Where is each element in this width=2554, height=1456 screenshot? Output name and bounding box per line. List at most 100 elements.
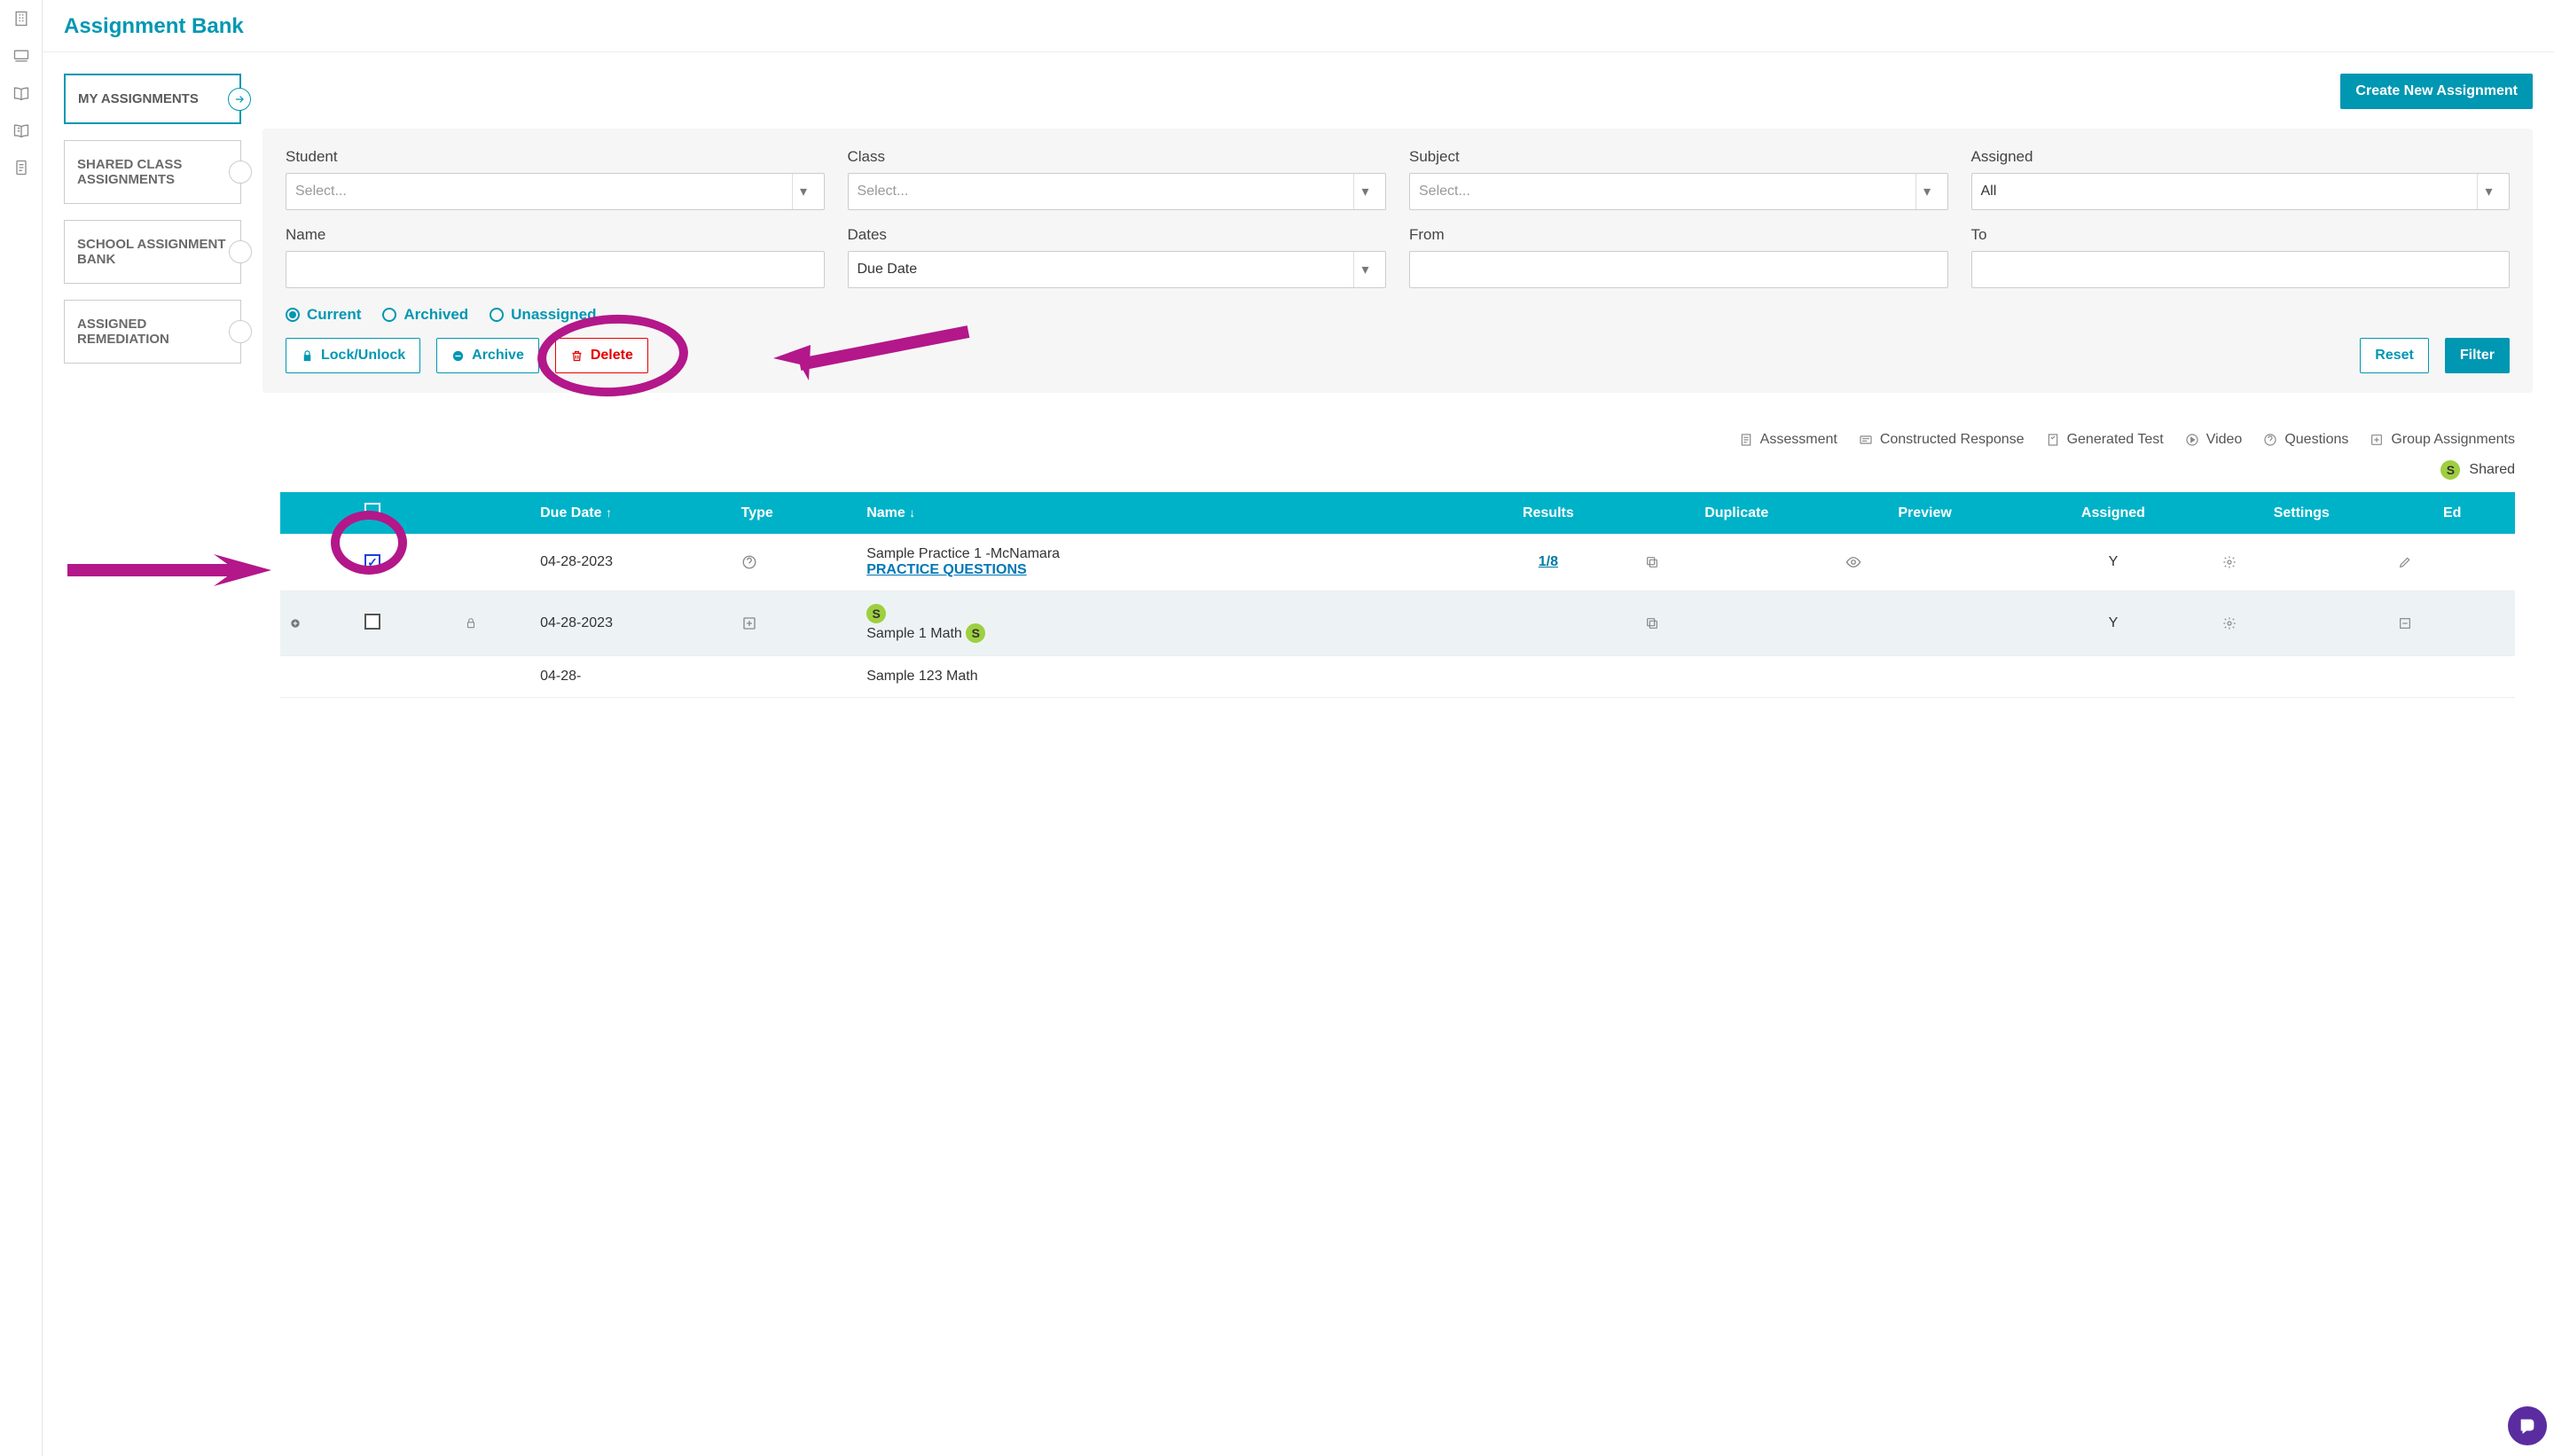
expand-icon[interactable] <box>289 617 347 630</box>
dates-select[interactable]: Due Date▾ <box>848 251 1387 288</box>
subject-label: Subject <box>1409 148 1948 166</box>
row-checkbox[interactable] <box>364 554 380 570</box>
shared-badge-icon: S <box>866 604 886 623</box>
cell-assigned: Y <box>2013 534 2214 591</box>
filter-panel: Student Select...▾ Class Select...▾ Subj… <box>262 129 2533 393</box>
eye-icon[interactable] <box>1845 554 2003 570</box>
divider <box>43 51 2554 52</box>
cell-assigned: Y <box>2013 591 2214 656</box>
edit-icon[interactable] <box>2398 616 2506 630</box>
to-input[interactable] <box>1971 251 2511 288</box>
lock-unlock-button[interactable]: Lock/Unlock <box>286 338 420 373</box>
col-name[interactable]: Name ↓ <box>858 492 1461 534</box>
from-input[interactable] <box>1409 251 1948 288</box>
assigned-select[interactable]: All▾ <box>1971 173 2511 210</box>
document-icon[interactable] <box>12 158 31 177</box>
duplicate-icon[interactable] <box>1645 555 1829 569</box>
chevron-down-icon: ▾ <box>1353 252 1376 287</box>
subject-select[interactable]: Select...▾ <box>1409 173 1948 210</box>
results-link[interactable]: 1/8 <box>1539 554 1558 569</box>
radio-current[interactable]: Current <box>286 306 361 324</box>
side-tab-label: SHARED CLASS ASSIGNMENTS <box>77 157 182 187</box>
constructed-icon <box>1859 433 1873 447</box>
side-tab-my-assignments[interactable]: MY ASSIGNMENTS <box>64 74 241 124</box>
side-tab-school-bank[interactable]: SCHOOL ASSIGNMENT BANK <box>64 220 241 284</box>
class-select[interactable]: Select...▾ <box>848 173 1387 210</box>
practice-link[interactable]: PRACTICE QUESTIONS <box>866 562 1026 577</box>
col-results[interactable]: Results <box>1461 492 1636 534</box>
book-open-icon[interactable] <box>12 83 31 103</box>
table-header-row: Due Date ↑ Type Name ↓ Results Duplicate… <box>280 492 2515 534</box>
col-settings[interactable]: Settings <box>2213 492 2389 534</box>
group-icon <box>2370 433 2384 447</box>
cell-name: Sample 123 Math <box>858 656 1461 698</box>
student-select[interactable]: Select...▾ <box>286 173 825 210</box>
col-due-date[interactable]: Due Date ↑ <box>531 492 733 534</box>
table-row: 04-28-2023 S Sample 1 Math S Y <box>280 591 2515 656</box>
assessment-icon <box>1739 433 1753 447</box>
cell-type <box>733 534 858 591</box>
cell-name: Sample Practice 1 -McNamara PRACTICE QUE… <box>858 534 1461 591</box>
duplicate-icon[interactable] <box>1645 616 1829 630</box>
dates-label: Dates <box>848 226 1387 244</box>
shared-badge-icon: S <box>2440 460 2460 480</box>
side-tab-assigned-remediation[interactable]: ASSIGNED REMEDIATION <box>64 300 241 364</box>
create-assignment-button[interactable]: Create New Assignment <box>2340 74 2533 109</box>
reset-button[interactable]: Reset <box>2360 338 2429 373</box>
help-fab[interactable] <box>2508 1406 2547 1445</box>
row-checkbox[interactable] <box>364 614 380 630</box>
col-duplicate[interactable]: Duplicate <box>1636 492 1837 534</box>
assigned-label: Assigned <box>1971 148 2511 166</box>
sort-down-icon: ↓ <box>909 505 915 520</box>
legend-types: Assessment Constructed Response Generate… <box>280 432 2515 448</box>
col-type[interactable]: Type <box>733 492 858 534</box>
circle-icon <box>229 160 252 184</box>
archive-button[interactable]: Archive <box>436 338 539 373</box>
lock-icon[interactable] <box>465 617 522 630</box>
col-edit[interactable]: Ed <box>2389 492 2515 534</box>
cell-name: S Sample 1 Math S <box>858 591 1461 656</box>
class-label: Class <box>848 148 1387 166</box>
side-tab-shared-class[interactable]: SHARED CLASS ASSIGNMENTS <box>64 140 241 204</box>
minus-circle-icon <box>451 349 465 363</box>
table-row: 04-28- Sample 123 Math <box>280 656 2515 698</box>
chevron-down-icon: ▾ <box>792 174 815 209</box>
notebook-icon[interactable] <box>12 121 31 140</box>
building-icon[interactable] <box>12 9 31 28</box>
gear-icon[interactable] <box>2222 616 2380 630</box>
cell-due-date: 04-28- <box>531 656 733 698</box>
presentation-icon[interactable] <box>12 46 31 66</box>
name-input[interactable] <box>286 251 825 288</box>
assignments-table: Due Date ↑ Type Name ↓ Results Duplicate… <box>280 492 2515 698</box>
page-title: Assignment Bank <box>64 14 2533 39</box>
results-area: Assessment Constructed Response Generate… <box>262 416 2533 714</box>
cell-due-date: 04-28-2023 <box>531 534 733 591</box>
side-tab-label: ASSIGNED REMEDIATION <box>77 317 169 347</box>
side-tab-label: SCHOOL ASSIGNMENT BANK <box>77 237 226 267</box>
select-all-header[interactable] <box>356 492 456 534</box>
lock-icon <box>301 349 314 363</box>
sort-up-icon: ↑ <box>606 505 612 520</box>
content: Create New Assignment Student Select...▾… <box>262 74 2533 714</box>
col-assigned[interactable]: Assigned <box>2013 492 2214 534</box>
delete-button[interactable]: Delete <box>555 338 648 373</box>
col-preview[interactable]: Preview <box>1837 492 2012 534</box>
radio-unassigned[interactable]: Unassigned <box>490 306 596 324</box>
trash-icon <box>570 349 584 363</box>
left-rail <box>0 0 43 1456</box>
chevron-down-icon: ▾ <box>2477 174 2500 209</box>
group-icon <box>741 615 850 631</box>
shared-badge-icon: S <box>966 623 985 643</box>
gear-icon[interactable] <box>2222 555 2380 569</box>
annotation-arrow-checkbox <box>59 544 280 597</box>
from-label: From <box>1409 226 1948 244</box>
student-label: Student <box>286 148 825 166</box>
questions-icon <box>741 554 850 570</box>
filter-button[interactable]: Filter <box>2445 338 2510 373</box>
generated-icon <box>2046 433 2060 447</box>
cell-type <box>733 591 858 656</box>
radio-archived[interactable]: Archived <box>382 306 468 324</box>
edit-icon[interactable] <box>2398 555 2506 569</box>
status-radios: Current Archived Unassigned <box>286 306 2510 324</box>
side-tabs: MY ASSIGNMENTS SHARED CLASS ASSIGNMENTS … <box>64 74 241 380</box>
